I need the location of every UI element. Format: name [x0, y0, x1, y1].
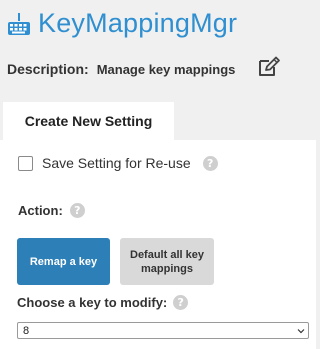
choose-key-row: Choose a key to modify: ?: [17, 295, 189, 310]
save-setting-checkbox[interactable]: [18, 155, 33, 171]
key-select[interactable]: 8: [17, 322, 309, 339]
action-row: Action: ?: [18, 203, 85, 218]
key-select-value: 8: [23, 324, 30, 337]
description-value: Manage key mappings: [96, 61, 236, 77]
edit-icon[interactable]: [257, 56, 281, 78]
tab-strip: Create New Setting: [0, 102, 316, 140]
description-label: Description:: [7, 61, 89, 77]
help-icon[interactable]: ?: [202, 155, 218, 171]
action-label: Action:: [18, 203, 63, 218]
chevron-down-icon: [294, 323, 308, 338]
choose-key-label: Choose a key to modify:: [17, 295, 168, 310]
header: KeyMappingMgr Description: Manage key ma…: [0, 0, 316, 96]
tab-create-new-setting[interactable]: Create New Setting: [3, 102, 174, 140]
default-all-mappings-button[interactable]: Default all key mappings: [120, 238, 214, 285]
description-row: Description: Manage key mappings: [7, 61, 235, 77]
save-setting-row: Save Setting for Re-use ?: [18, 155, 218, 171]
help-icon[interactable]: ?: [69, 203, 85, 218]
app-title: KeyMappingMgr: [38, 8, 238, 38]
help-icon[interactable]: ?: [173, 295, 189, 310]
keyboard-icon: [6, 11, 32, 37]
remap-key-button[interactable]: Remap a key: [17, 238, 110, 285]
title-row: KeyMappingMgr: [6, 8, 237, 39]
save-setting-label: Save Setting for Re-use: [42, 155, 191, 171]
